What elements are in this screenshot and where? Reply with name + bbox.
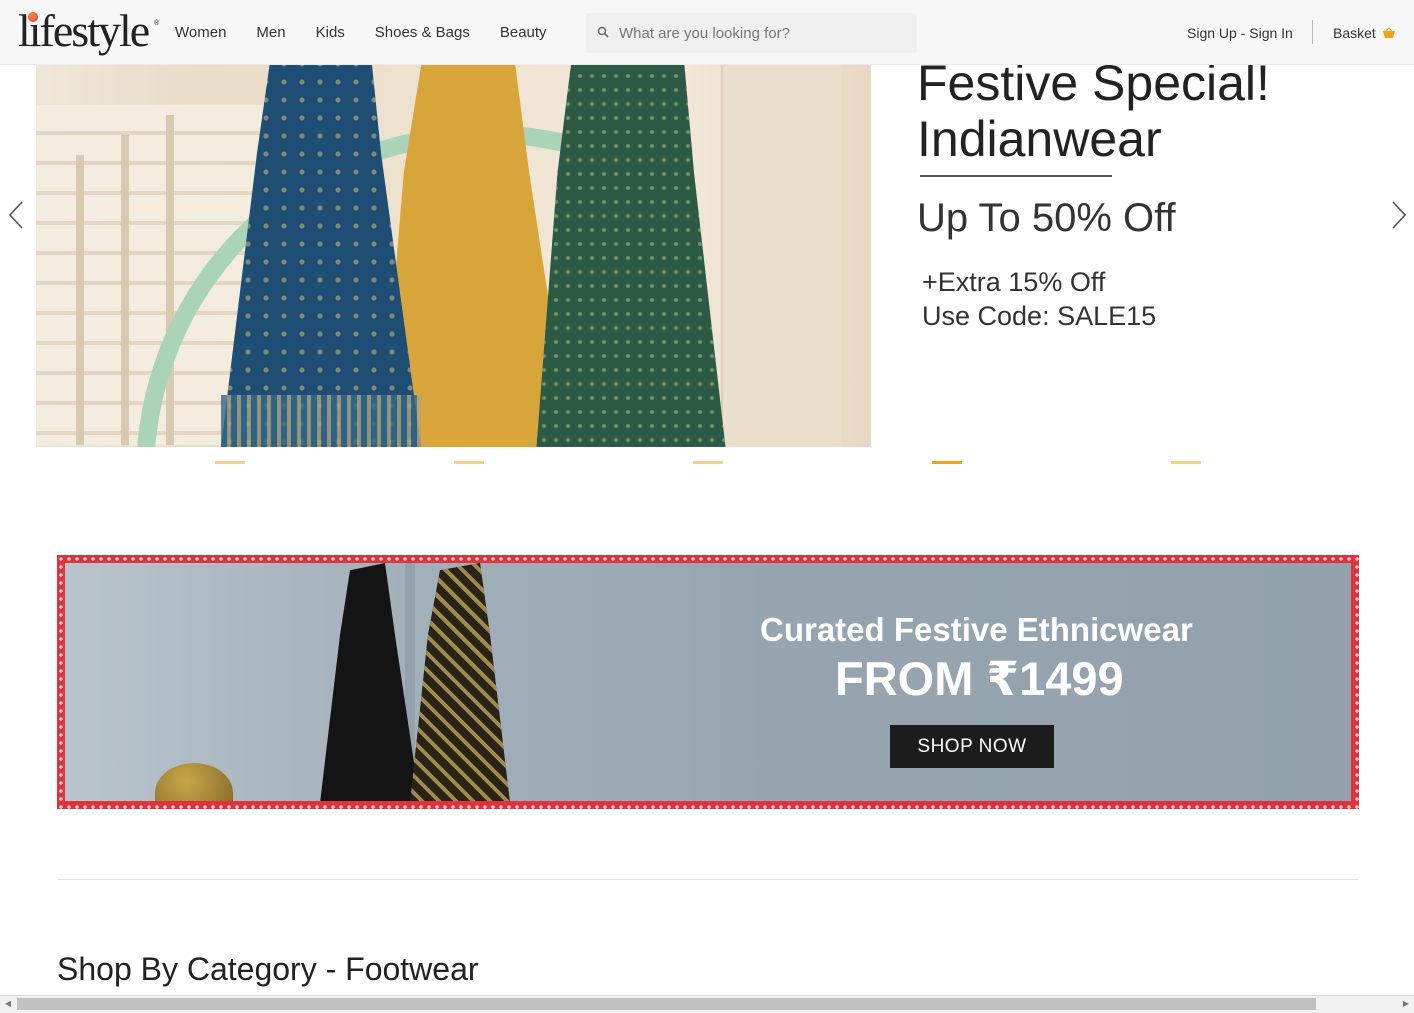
- basket-icon: [1382, 27, 1395, 38]
- scrollbar-thumb[interactable]: [17, 998, 1316, 1010]
- logo-dot-icon: [28, 12, 38, 22]
- hero-extra-line1: +Extra 15% Off: [922, 267, 1106, 297]
- search-icon: [597, 26, 609, 38]
- top-header: lifestyle ® Women Men Kids Shoes & Bags …: [0, 0, 1414, 65]
- logo-text: lifestyle: [18, 5, 150, 56]
- nav-item-men[interactable]: Men: [256, 24, 285, 41]
- carousel-dot-4[interactable]: [932, 461, 962, 464]
- festive-ethnicwear-banner[interactable]: Curated Festive Ethnicwear FROM ₹1499 SH…: [57, 555, 1359, 809]
- promo-banner-image: Curated Festive Ethnicwear FROM ₹1499 SH…: [65, 563, 1351, 801]
- blue-dress-border-graphic: [221, 395, 421, 447]
- hero-offer: Up To 50% Off: [917, 196, 1176, 240]
- scroll-left-arrow-icon[interactable]: ◀: [3, 999, 13, 1009]
- nav-item-women[interactable]: Women: [175, 24, 226, 41]
- basket-button[interactable]: Basket: [1333, 25, 1396, 41]
- search-box: [586, 13, 917, 53]
- hero-promo-code: Use Code: SALE15: [922, 301, 1157, 331]
- promo-title: Curated Festive Ethnicwear: [760, 611, 1193, 648]
- header-divider: [1312, 20, 1313, 44]
- model-gold-kurta-graphic: [410, 563, 510, 801]
- horizontal-scrollbar[interactable]: ◀ ▶: [0, 995, 1414, 1013]
- hero-extra-offer: +Extra 15% Off Use Code: SALE15: [922, 265, 1156, 333]
- search-input[interactable]: [619, 13, 909, 53]
- main-nav: Women Men Kids Shoes & Bags Beauty: [175, 24, 577, 41]
- nav-item-shoes-bags[interactable]: Shoes & Bags: [375, 24, 470, 41]
- sign-in-link[interactable]: Sign Up - Sign In: [1187, 25, 1293, 41]
- carousel-prev-arrow-icon[interactable]: [8, 200, 24, 230]
- carousel-indicators: [0, 461, 1414, 467]
- shop-now-button[interactable]: SHOP NOW: [890, 725, 1054, 768]
- hero-title: Festive Special! Indianwear: [917, 55, 1270, 167]
- basket-label: Basket: [1333, 25, 1376, 41]
- brass-pot-graphic: [155, 763, 233, 801]
- baluster-graphic: [76, 155, 84, 445]
- promo-price: FROM ₹1499: [835, 652, 1124, 705]
- scroll-right-arrow-icon[interactable]: ▶: [1401, 999, 1411, 1009]
- section-title: Shop By Category - Footwear: [57, 951, 479, 987]
- baluster-graphic: [121, 135, 129, 445]
- hero-title-line2: Indianwear: [917, 111, 1162, 167]
- lifestyle-logo[interactable]: lifestyle ®: [18, 5, 160, 60]
- hero-banner-image[interactable]: [36, 65, 871, 447]
- hero-divider: [920, 175, 1112, 177]
- carousel-next-arrow-icon[interactable]: [1391, 200, 1407, 230]
- carousel-dot-5[interactable]: [1171, 461, 1201, 464]
- registered-mark-icon: ®: [154, 20, 160, 27]
- nav-item-kids[interactable]: Kids: [316, 24, 345, 41]
- carousel-dot-2[interactable]: [454, 461, 484, 464]
- carousel-dot-3[interactable]: [693, 461, 723, 464]
- section-divider: [57, 879, 1359, 880]
- carousel-dot-1[interactable]: [215, 461, 245, 464]
- nav-item-beauty[interactable]: Beauty: [500, 24, 547, 41]
